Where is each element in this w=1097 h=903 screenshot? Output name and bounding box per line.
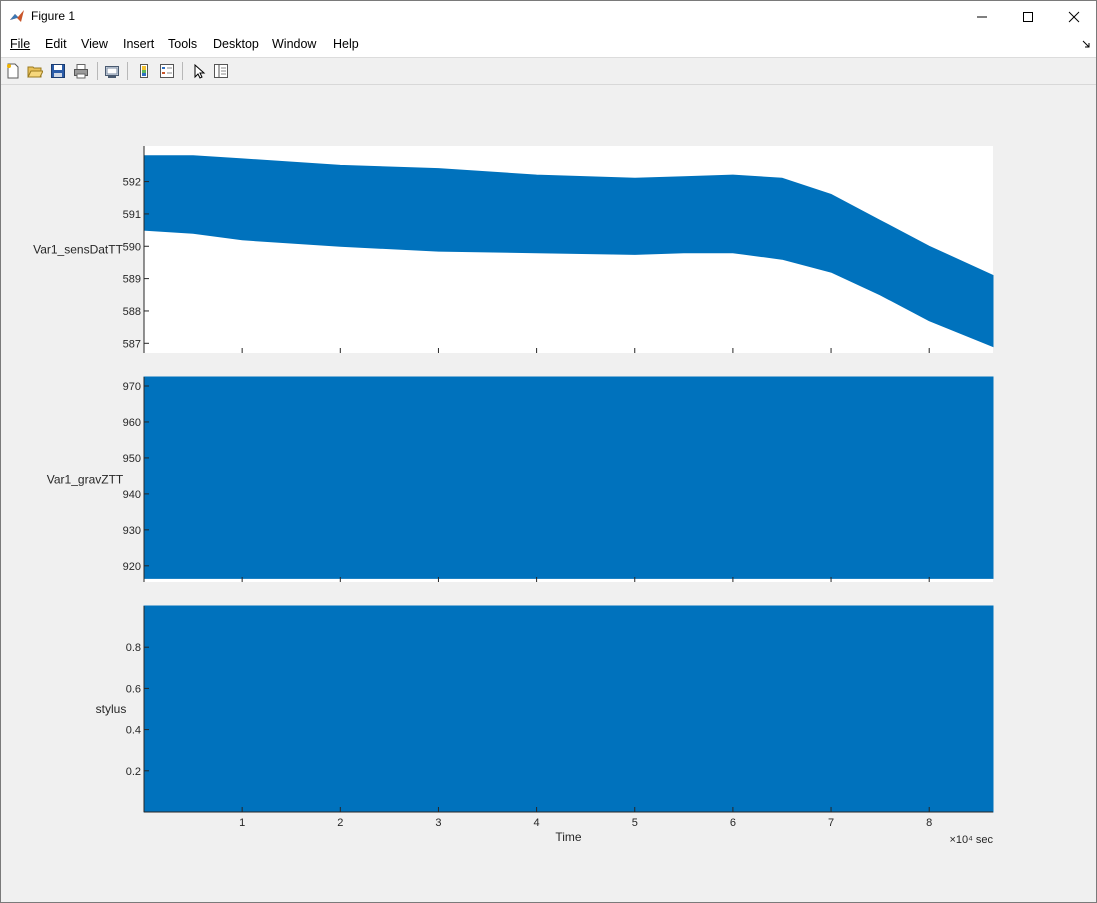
y-tick-label: 940 bbox=[123, 489, 141, 501]
open-file-icon bbox=[27, 66, 43, 78]
menu-view-label: View bbox=[81, 37, 108, 51]
y-tick-label: 591 bbox=[123, 209, 141, 221]
x-tick-label: 3 bbox=[435, 817, 441, 829]
menu-insert-label: Insert bbox=[123, 37, 155, 51]
figure-toolbar bbox=[1, 58, 1096, 85]
x-tick-label: 7 bbox=[828, 817, 834, 829]
y-tick-label: 589 bbox=[123, 274, 141, 286]
save-icon bbox=[51, 64, 65, 78]
menu-tools[interactable]: Tools bbox=[168, 37, 197, 51]
dock-figure-icon[interactable] bbox=[1082, 40, 1090, 48]
menu-view[interactable]: View bbox=[81, 37, 108, 51]
minimize-icon bbox=[977, 16, 987, 17]
toolbar-separator bbox=[97, 62, 98, 80]
close-icon bbox=[1068, 11, 1080, 22]
menu-bar: File Edit View Insert Tools Desktop Wind… bbox=[1, 32, 1096, 58]
y-tick-label: 0.4 bbox=[126, 725, 141, 737]
toolbar-separator bbox=[182, 62, 183, 80]
series-area-2 bbox=[143, 376, 994, 579]
y-tick-label: 950 bbox=[123, 453, 141, 465]
maximize-button[interactable] bbox=[1005, 1, 1051, 32]
menu-insert[interactable]: Insert bbox=[123, 37, 154, 51]
y-tick-label: 588 bbox=[123, 306, 141, 318]
y-tick-label: 970 bbox=[123, 381, 141, 393]
matlab-logo-icon bbox=[10, 10, 24, 22]
x-axis-label: Time bbox=[555, 830, 582, 844]
colorbar-icon bbox=[140, 64, 148, 78]
y-tick-label: 592 bbox=[123, 177, 141, 189]
menu-help[interactable]: Help bbox=[333, 37, 359, 51]
menu-desktop-label: Desktop bbox=[213, 37, 259, 51]
link-plot-button[interactable] bbox=[102, 61, 122, 81]
menu-window[interactable]: Window bbox=[272, 37, 316, 51]
y-tick-label: 0.6 bbox=[126, 683, 141, 695]
x-exponent-label: ×10⁴ sec bbox=[949, 834, 993, 846]
insert-legend-button[interactable] bbox=[157, 61, 177, 81]
x-tick-label: 1 bbox=[239, 817, 245, 829]
property-inspector-button[interactable] bbox=[211, 61, 231, 81]
y-tick-label: 930 bbox=[123, 525, 141, 537]
menu-edit[interactable]: Edit bbox=[45, 37, 67, 51]
window-title: Figure 1 bbox=[31, 9, 76, 23]
y-tick-label: 587 bbox=[123, 338, 141, 350]
toolbar-separator bbox=[127, 62, 128, 80]
subplots-svg: 587588589590591592Var1_sensDatTT92093094… bbox=[33, 146, 994, 846]
matlab-figure-window: Figure 1 File Edit View Insert Tools Des… bbox=[0, 0, 1097, 903]
legend-icon bbox=[160, 64, 174, 78]
new-figure-button[interactable] bbox=[3, 61, 23, 81]
menu-tools-label: Tools bbox=[168, 37, 198, 51]
menu-window-label: Window bbox=[272, 37, 317, 51]
menu-file[interactable]: File bbox=[10, 37, 30, 51]
save-button[interactable] bbox=[48, 61, 68, 81]
y-tick-label: 590 bbox=[123, 241, 141, 253]
x-tick-label: 2 bbox=[337, 817, 343, 829]
x-tick-label: 6 bbox=[730, 817, 736, 829]
minimize-button[interactable] bbox=[959, 1, 1005, 32]
pointer-icon bbox=[194, 63, 206, 79]
y-tick-label: 0.8 bbox=[126, 642, 141, 654]
print-icon bbox=[74, 64, 88, 79]
y-axis-label-3: stylus bbox=[96, 702, 127, 716]
x-tick-label: 4 bbox=[534, 817, 540, 829]
x-tick-label: 5 bbox=[632, 817, 638, 829]
new-figure-icon bbox=[7, 63, 19, 79]
y-axis-label-1: Var1_sensDatTT bbox=[33, 243, 123, 257]
edit-plot-button[interactable] bbox=[188, 61, 208, 81]
y-tick-label: 920 bbox=[123, 561, 141, 573]
menu-edit-label: Edit bbox=[45, 37, 67, 51]
menu-desktop[interactable]: Desktop bbox=[213, 37, 259, 51]
y-tick-label: 960 bbox=[123, 417, 141, 429]
title-bar: Figure 1 bbox=[1, 1, 1096, 32]
x-tick-label: 8 bbox=[926, 817, 932, 829]
print-button[interactable] bbox=[71, 61, 91, 81]
property-inspector-icon bbox=[214, 64, 228, 78]
menu-file-label: File bbox=[10, 37, 31, 51]
y-tick-label: 0.2 bbox=[126, 766, 141, 778]
maximize-icon bbox=[1023, 11, 1033, 22]
figure-canvas: 587 588 589 590 591 592 Var1_sensDatTT 920 930 94… bbox=[1, 85, 1096, 902]
close-button[interactable] bbox=[1051, 1, 1096, 32]
insert-colorbar-button[interactable] bbox=[134, 61, 154, 81]
series-area-3 bbox=[143, 605, 994, 813]
open-file-button[interactable] bbox=[25, 61, 45, 81]
menu-help-label: Help bbox=[333, 37, 359, 51]
link-plot-icon bbox=[105, 66, 119, 78]
y-axis-label-2: Var1_gravZTT bbox=[47, 473, 124, 487]
